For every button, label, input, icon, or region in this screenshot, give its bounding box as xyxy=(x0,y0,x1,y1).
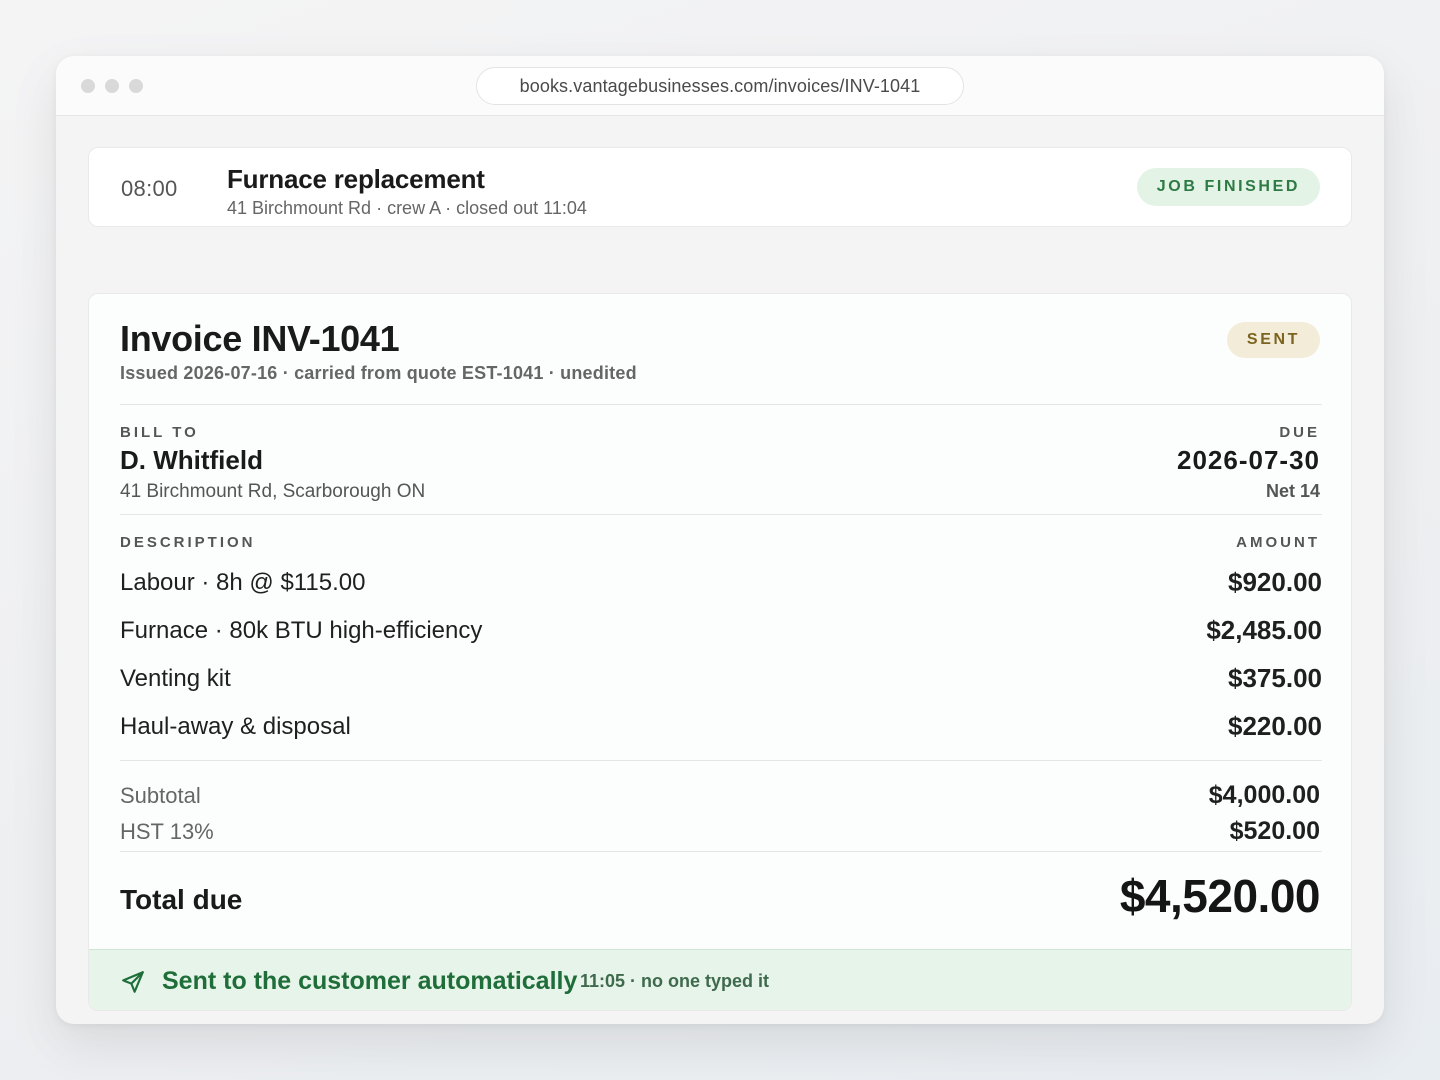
subtotal-label: Subtotal xyxy=(120,783,201,808)
line-item-description: Labour · 8h @ $115.00 xyxy=(120,569,366,596)
job-title: Furnace replacement xyxy=(227,164,485,194)
line-item: Venting kit $375.00 xyxy=(120,663,1322,695)
delivery-status-bar: Sent to the customer automatically 11:05… xyxy=(89,949,1351,1010)
bill-to-label: BILL TO xyxy=(120,424,199,441)
line-item-amount: $920.00 xyxy=(1228,567,1322,597)
job-time: 08:00 xyxy=(121,176,178,201)
payment-terms: Net 14 xyxy=(1265,481,1320,501)
address-bar[interactable]: books.vantagebusinesses.com/invoices/INV… xyxy=(476,67,964,105)
invoice-status-badge: SENT xyxy=(1226,322,1320,358)
job-status-badge: JOB FINISHED xyxy=(1136,168,1320,206)
total-due-label: Total due xyxy=(120,884,243,915)
browser-titlebar: books.vantagebusinesses.com/invoices/INV… xyxy=(56,56,1384,116)
bill-to-address: 41 Birchmount Rd, Scarborough ON xyxy=(120,481,426,502)
subtotal-amount: $4,000.00 xyxy=(1208,781,1320,809)
divider xyxy=(120,404,1322,405)
window-minimize-dot[interactable] xyxy=(105,79,119,93)
job-card[interactable]: 08:00 Furnace replacement 41 Birchmount … xyxy=(88,147,1352,227)
line-item-description: Haul-away & disposal xyxy=(120,713,351,740)
window-zoom-dot[interactable] xyxy=(129,79,143,93)
divider xyxy=(120,760,1322,761)
line-item: Labour · 8h @ $115.00 $920.00 xyxy=(120,567,1322,599)
line-item-description: Furnace · 80k BTU high-efficiency xyxy=(120,617,483,644)
job-subtitle: 41 Birchmount Rd · crew A · closed out 1… xyxy=(227,198,587,218)
amount-column-header: AMOUNT xyxy=(1236,534,1320,551)
due-date: 2026-07-30 xyxy=(1177,445,1320,475)
divider xyxy=(120,851,1322,852)
line-item-amount: $220.00 xyxy=(1228,711,1322,741)
delivery-message: Sent to the customer automatically xyxy=(162,967,578,995)
tax-amount: $520.00 xyxy=(1229,817,1320,845)
total-due-amount: $4,520.00 xyxy=(1119,870,1321,922)
due-label: DUE xyxy=(1279,424,1320,441)
line-item-description: Venting kit xyxy=(120,665,231,692)
line-item: Furnace · 80k BTU high-efficiency $2,485… xyxy=(120,615,1322,647)
invoice-title: Invoice INV-1041 xyxy=(120,318,400,359)
delivery-meta: 11:05 · no one typed it xyxy=(580,971,770,991)
invoice-meta: Issued 2026-07-16 · carried from quote E… xyxy=(120,363,637,383)
tax-label: HST 13% xyxy=(120,819,214,844)
browser-window: books.vantagebusinesses.com/invoices/INV… xyxy=(56,56,1384,1024)
invoice-card: Invoice INV-1041 Issued 2026-07-16 · car… xyxy=(88,293,1352,1011)
divider xyxy=(120,514,1322,515)
bill-to-name: D. Whitfield xyxy=(120,445,263,475)
line-item-amount: $2,485.00 xyxy=(1206,615,1322,645)
send-icon xyxy=(122,971,144,993)
line-item: Haul-away & disposal $220.00 xyxy=(120,711,1322,743)
line-item-amount: $375.00 xyxy=(1228,663,1322,693)
window-close-dot[interactable] xyxy=(81,79,95,93)
description-column-header: DESCRIPTION xyxy=(120,534,256,551)
